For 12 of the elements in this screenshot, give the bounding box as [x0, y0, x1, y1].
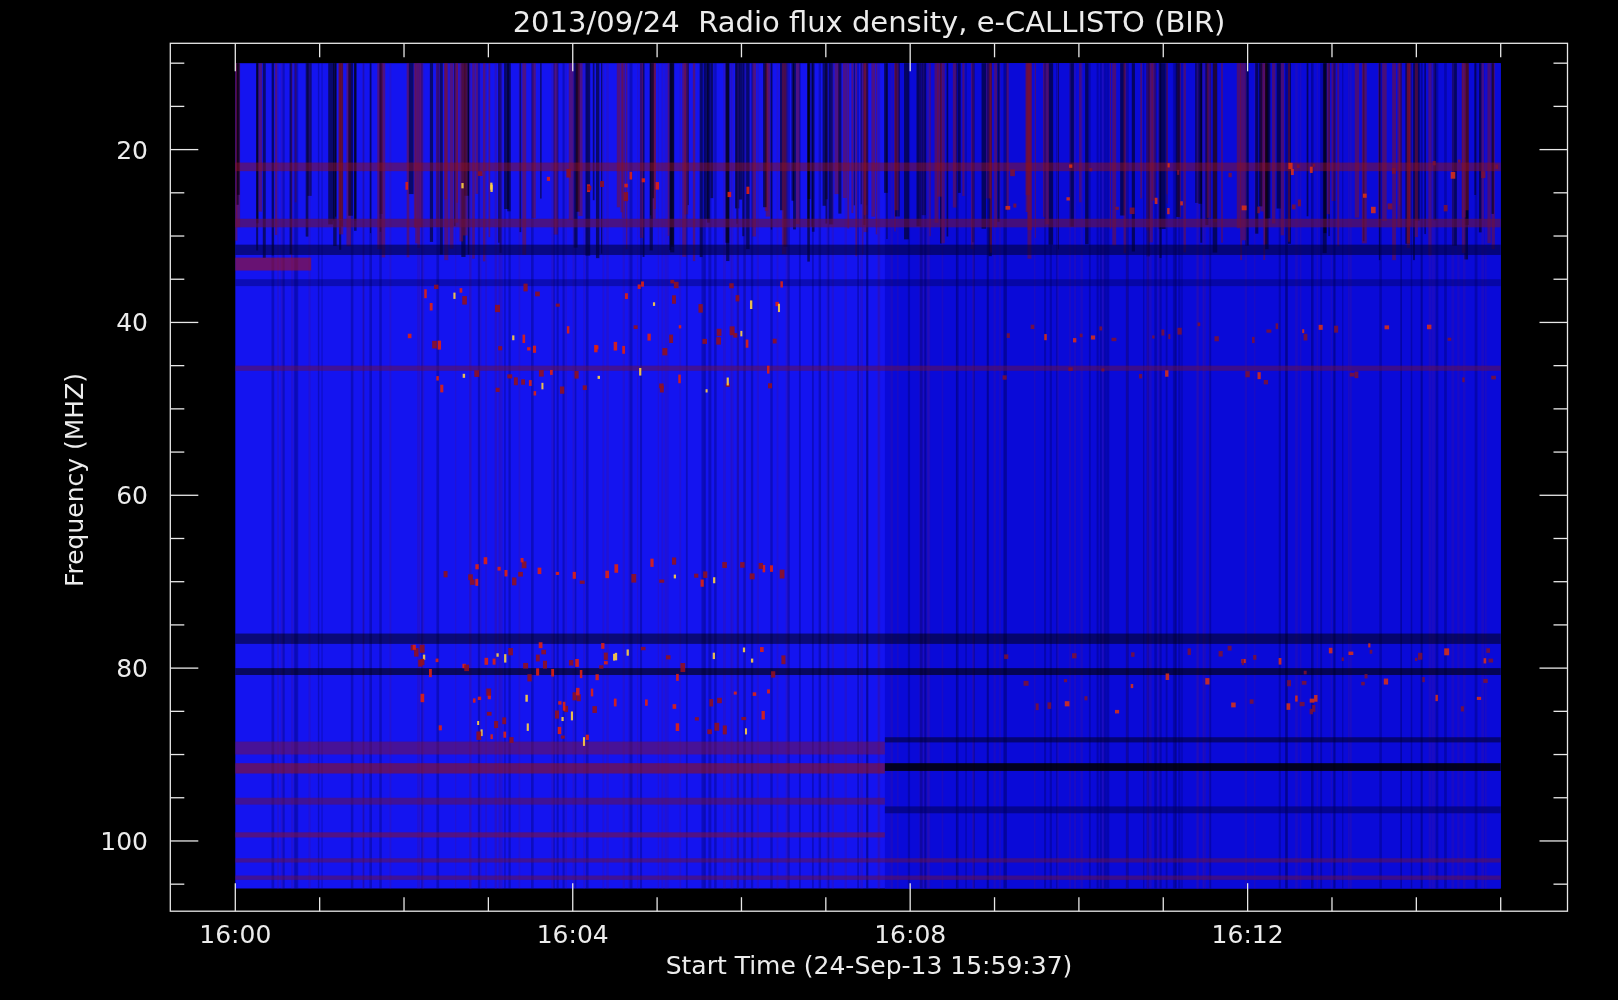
y-tick-label: 100	[100, 826, 148, 856]
x-tick-label: 16:00	[199, 920, 272, 949]
y-tick-label: 60	[116, 481, 148, 511]
x-tick-label: 16:08	[874, 920, 947, 949]
x-axis-label: Start Time (24-Sep-13 15:59:37)	[665, 951, 1073, 980]
y-axis-label: Frequency (MHZ)	[60, 372, 89, 588]
chart-title: 2013/09/24 Radio flux density, e-CALLISTO (BIR)	[512, 5, 1226, 39]
y-tick-label: 80	[116, 654, 148, 684]
x-tick-label: 16:12	[1211, 920, 1284, 949]
x-tick-label: 16:04	[536, 920, 609, 949]
y-tick-label: 20	[116, 135, 148, 165]
y-tick-label: 40	[116, 308, 148, 338]
